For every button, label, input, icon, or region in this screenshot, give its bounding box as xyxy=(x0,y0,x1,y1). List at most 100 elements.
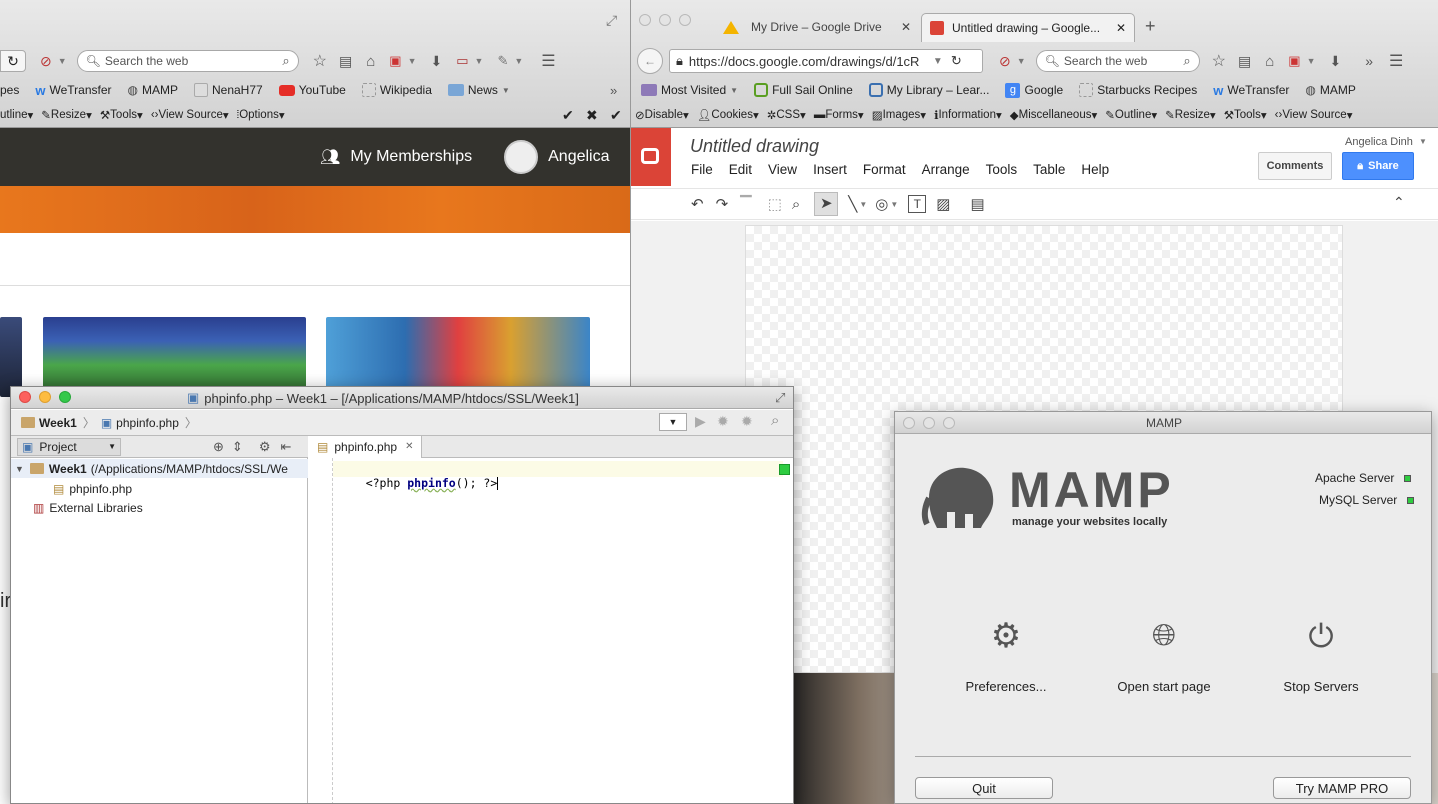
dropdown-icon[interactable]: ▼ xyxy=(890,200,898,209)
expand-triangle-icon[interactable]: ▼ xyxy=(15,464,24,474)
breadcrumb-phpinfo[interactable]: phpinfo.php xyxy=(116,416,179,430)
new-tab-icon[interactable]: + xyxy=(1145,16,1156,37)
dropdown-icon[interactable]: ▼ xyxy=(1017,56,1026,66)
bookmark-item[interactable]: pes xyxy=(0,83,19,97)
bookmark-item[interactable]: Starbucks Recipes xyxy=(1079,83,1197,97)
coverage-icon[interactable]: ✹ xyxy=(741,413,753,430)
devbar-item[interactable]: ‹› View Source ▾ xyxy=(151,108,229,122)
dropdown-icon[interactable]: ▼ xyxy=(1307,56,1316,66)
run-icon[interactable]: ▶ xyxy=(695,413,706,430)
comment-icon[interactable]: ▤ xyxy=(970,195,984,213)
bookmark-item[interactable]: Full Sail Online xyxy=(754,83,853,97)
collapse-all-icon[interactable]: ⇕ xyxy=(232,439,243,455)
select-icon[interactable]: ➤ xyxy=(814,192,839,216)
stop-servers-button[interactable]: ⏻ Stop Servers xyxy=(1251,617,1391,694)
bookmark-item[interactable]: NenaH77 xyxy=(193,83,263,97)
menu-icon[interactable]: ☰ xyxy=(1389,51,1403,71)
line-icon[interactable]: ╲ xyxy=(848,195,857,213)
devbar-item[interactable]: ◆ Miscellaneous ▾ xyxy=(1010,108,1098,122)
star-icon[interactable]: ☆ xyxy=(313,51,327,71)
devbar-item[interactable]: ⦙ Options ▾ xyxy=(237,108,285,123)
devbar-item[interactable]: 👤︎ Cookies ▾ xyxy=(697,108,759,122)
zoom-window-button[interactable] xyxy=(59,391,71,403)
tree-item-week1[interactable]: ▼ Week1 (/Applications/MAMP/htdocs/SSL/W… xyxy=(11,459,308,478)
dropdown-icon[interactable]: ▼ xyxy=(859,200,867,209)
debug-icon[interactable]: ✹ xyxy=(717,413,729,430)
fullscreen-icon[interactable]: ⤢ xyxy=(775,390,785,406)
redo-icon[interactable]: ↷ xyxy=(716,195,729,213)
download-icon[interactable]: ⬇ xyxy=(1330,53,1342,70)
close-icon[interactable]: ✖ xyxy=(586,107,598,124)
video-thumbnail[interactable] xyxy=(0,317,22,397)
drawings-logo[interactable] xyxy=(631,128,671,186)
bookmark-item[interactable]: ◍ MAMP xyxy=(128,83,178,97)
devbar-item[interactable]: ⚒ Tools ▾ xyxy=(1224,108,1267,122)
overflow-chevron-icon[interactable]: » xyxy=(1365,53,1373,69)
bookmark-most-visited[interactable]: Most Visited ▼ xyxy=(641,83,738,97)
locate-icon[interactable]: ⊕ xyxy=(213,439,224,455)
project-view-selector[interactable]: ▣ Project ▼ xyxy=(17,437,121,456)
bookmark-item[interactable]: Wikipedia xyxy=(361,83,432,97)
search-web-input[interactable]: 🔍︎ Search the web ⌕ xyxy=(76,50,299,72)
comments-button[interactable]: Comments xyxy=(1258,152,1332,180)
devbar-item[interactable]: ✲ CSS ▾ xyxy=(767,108,806,122)
url-bar[interactable]: 🔒︎ https://docs.google.com/drawings/d/1c… xyxy=(669,49,983,73)
devbar-item[interactable]: ⊘ Disable ▾ xyxy=(635,108,689,122)
reading-list-icon[interactable]: ▤ xyxy=(339,53,352,70)
overflow-chevron-icon[interactable]: » xyxy=(610,83,617,98)
close-tab-icon[interactable]: ✕ xyxy=(405,441,413,452)
plugin-icon[interactable]: ✎ xyxy=(497,53,508,69)
star-icon[interactable]: ☆ xyxy=(1212,51,1226,71)
devbar-item[interactable]: utline ▾ xyxy=(0,108,33,122)
bookmark-item[interactable]: YouTube xyxy=(278,83,346,97)
gear-icon[interactable]: ⚙ xyxy=(259,439,271,455)
bookmark-item[interactable]: News ▼ xyxy=(447,83,510,97)
bookmark-item[interactable]: ◍ MAMP xyxy=(1305,83,1355,97)
check-icon[interactable]: ✔ xyxy=(610,107,622,124)
run-config-dropdown[interactable]: ▼ xyxy=(659,413,687,431)
dropdown-icon[interactable]: ▼ xyxy=(475,56,484,66)
quit-button[interactable]: Quit xyxy=(915,777,1053,799)
video-thumbnail[interactable] xyxy=(43,317,306,397)
my-memberships-link[interactable]: My Memberships xyxy=(350,148,472,166)
search-web-input[interactable]: 🔍︎ Search the web ⌕ xyxy=(1035,50,1200,72)
menu-insert[interactable]: Insert xyxy=(813,162,847,177)
adblock-icon[interactable]: ⊘ xyxy=(40,53,52,70)
tab-untitled-drawing[interactable]: Untitled drawing – Google... ✕ xyxy=(921,13,1135,42)
dropdown-icon[interactable]: ▼ xyxy=(933,56,943,67)
zoom-window-button[interactable] xyxy=(679,14,691,26)
back-button[interactable]: ← xyxy=(637,48,663,74)
devbar-item[interactable]: ‹› View Source ▾ xyxy=(1275,108,1353,122)
zoom-icon[interactable]: ⌕ xyxy=(792,196,800,213)
check-icon[interactable]: ✔ xyxy=(562,107,574,124)
shape-icon[interactable]: ◎ xyxy=(875,195,888,213)
dropdown-icon[interactable]: ▼ xyxy=(408,56,417,66)
devbar-item[interactable]: ⚒ Tools ▾ xyxy=(100,108,143,122)
tab-my-drive[interactable]: My Drive – Google Drive ✕ xyxy=(715,13,919,41)
devbar-item[interactable]: ✎ Resize ▾ xyxy=(1165,108,1216,122)
open-start-page-button[interactable]: 🌐︎ Open start page xyxy=(1094,617,1234,694)
menu-edit[interactable]: Edit xyxy=(729,162,752,177)
image-icon[interactable]: ▨ xyxy=(936,195,950,213)
tree-item-external-libraries[interactable]: ▥ External Libraries xyxy=(33,498,143,517)
minimize-window-button[interactable] xyxy=(39,391,51,403)
breadcrumb-week1[interactable]: Week1 xyxy=(39,416,77,430)
code-line[interactable]: <?php phpinfo(); ?> xyxy=(338,462,499,504)
home-icon[interactable]: ⌂ xyxy=(1265,53,1274,70)
editor-tab-phpinfo[interactable]: ▤ phpinfo.php ✕ xyxy=(309,435,423,458)
screen-icon[interactable]: ▭ xyxy=(456,53,468,69)
account-name[interactable]: Angelica Dinh xyxy=(1345,136,1413,148)
menu-format[interactable]: Format xyxy=(863,162,906,177)
home-icon[interactable]: ⌂ xyxy=(366,53,375,70)
fullscreen-icon[interactable]: ⤢ xyxy=(606,12,617,29)
reading-list-icon[interactable]: ▤ xyxy=(1238,53,1251,70)
download-icon[interactable]: ⬇ xyxy=(431,53,443,70)
menu-view[interactable]: View xyxy=(768,162,797,177)
adblock-icon[interactable]: ⊘ xyxy=(999,53,1011,70)
bookmark-item[interactable]: w WeTransfer xyxy=(1213,83,1289,98)
menu-file[interactable]: File xyxy=(691,162,713,177)
try-mamp-pro-button[interactable]: Try MAMP PRO xyxy=(1273,777,1411,799)
bookmark-item[interactable]: g Google xyxy=(1005,82,1063,98)
paint-format-icon[interactable]: ▔ xyxy=(740,195,752,213)
dropdown-icon[interactable]: ▼ xyxy=(514,56,523,66)
